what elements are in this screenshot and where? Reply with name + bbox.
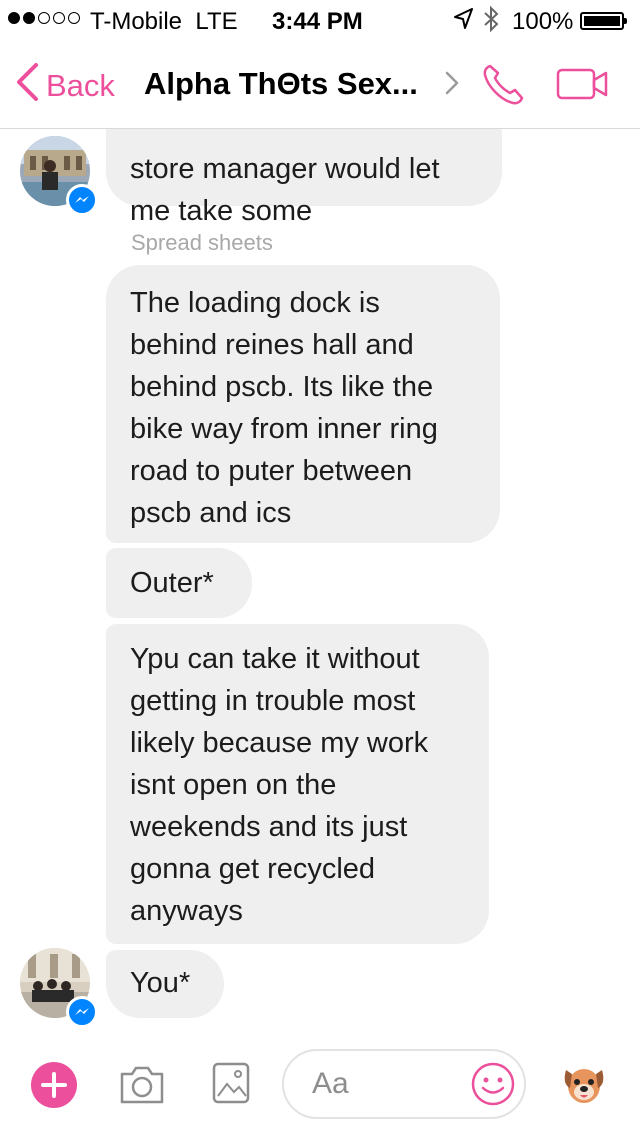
chevron-right-icon[interactable] [444, 70, 460, 101]
conversation-header: Back Alpha ThΘts Sex... [0, 40, 640, 129]
dog-sticker-icon[interactable] [560, 1060, 608, 1113]
video-camera-icon[interactable] [556, 66, 612, 107]
messenger-badge-icon [66, 184, 98, 216]
battery-percent: 100% [512, 8, 574, 35]
battery-icon [580, 12, 627, 30]
message-bubble[interactable]: The loading dock is behind reines hall a… [106, 265, 500, 543]
bluetooth-icon [482, 5, 500, 40]
clock: 3:44 PM [272, 8, 363, 35]
sender-name: Spread sheets [131, 230, 273, 255]
signal-dot [53, 12, 65, 24]
signal-strength [8, 12, 80, 24]
signal-dot [8, 12, 20, 24]
message-text: Ypu can take it without getting in troub… [130, 643, 429, 927]
message-bubble[interactable]: You* [106, 950, 224, 1018]
messenger-badge-icon [66, 996, 98, 1028]
back-button[interactable]: Back [14, 62, 115, 110]
message-text: You* [130, 967, 191, 999]
carrier-name: T-Mobile LTE [90, 8, 238, 36]
message-text: Outer* [130, 567, 214, 599]
signal-dot [68, 12, 80, 24]
conversation-title[interactable]: Alpha ThΘts Sex... [144, 66, 418, 102]
message-text: The loading dock is behind reines hall a… [130, 287, 438, 529]
back-chevron-icon [14, 62, 40, 110]
signal-dot [23, 12, 35, 24]
back-label: Back [46, 68, 115, 103]
network-type: LTE [195, 8, 238, 35]
status-bar: T-Mobile LTE 3:44 PM 100% [0, 0, 640, 40]
carrier-label: T-Mobile [90, 8, 183, 35]
signal-dot [38, 12, 50, 24]
phone-icon[interactable] [480, 62, 526, 113]
message-thread[interactable]: store manager would let me take some Spr… [0, 0, 640, 1040]
message-text: store manager would let me take some [130, 153, 440, 227]
gallery-icon[interactable] [212, 1062, 250, 1109]
camera-icon[interactable] [118, 1062, 166, 1111]
message-bubble[interactable]: Ypu can take it without getting in troub… [106, 624, 489, 944]
input-placeholder: Aa [312, 1067, 349, 1100]
smiley-icon[interactable] [470, 1061, 516, 1112]
location-arrow-icon [452, 6, 474, 39]
message-bubble[interactable]: Outer* [106, 548, 252, 618]
add-button[interactable] [31, 1062, 77, 1108]
plus-icon [41, 1072, 67, 1098]
